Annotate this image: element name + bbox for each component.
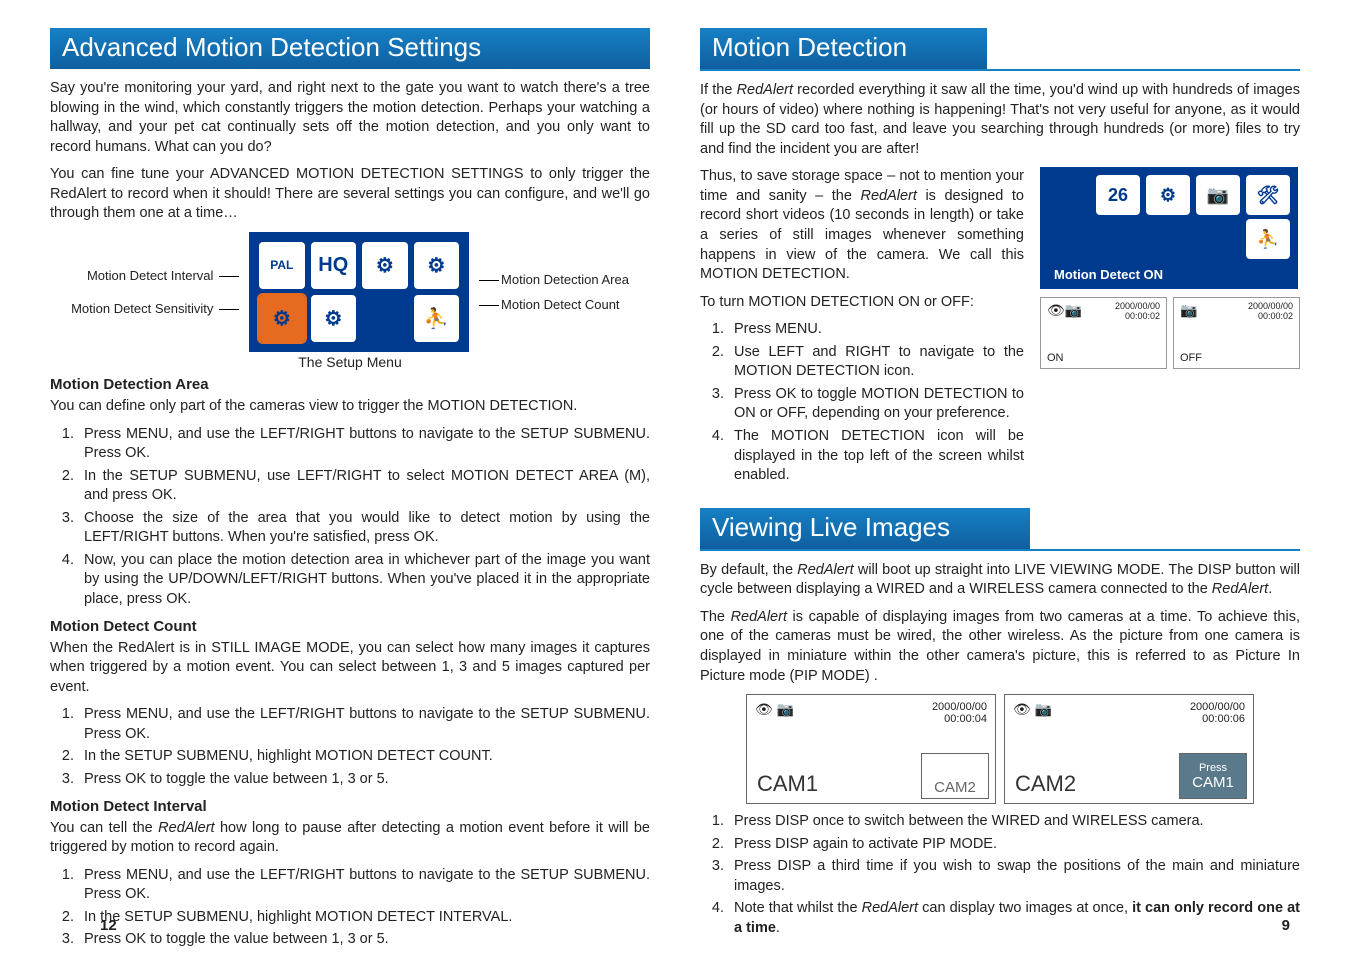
page-number-left: 12	[100, 917, 117, 934]
vi-paragraph-2: The RedAlert is capable of displaying im…	[700, 608, 1300, 686]
tools-icon: 🛠	[1246, 175, 1290, 215]
intro-paragraph-2: You can fine tune your ADVANCED MOTION D…	[50, 165, 650, 224]
cam-icon: 📷	[1180, 302, 1197, 319]
interval-heading: Motion Detect Interval	[50, 798, 650, 815]
intro-paragraph-1: Say you're monitoring your yard, and rig…	[50, 79, 650, 157]
count-paragraph: When the RedAlert is in STILL IMAGE MODE…	[50, 639, 650, 698]
viewing-images-header: Viewing Live Images	[700, 508, 1030, 549]
list-item: Use LEFT and RIGHT to navigate to the MO…	[728, 343, 1024, 382]
cam1-main-label: CAM1	[757, 771, 818, 797]
list-item: Press OK to toggle MOTION DETECTION to O…	[728, 385, 1024, 424]
on-label: ON	[1047, 352, 1064, 364]
md-steps: Press MENU. Use LEFT and RIGHT to naviga…	[700, 320, 1024, 486]
count-steps: Press MENU, and use the LEFT/RIGHT butto…	[50, 705, 650, 789]
setup-menu-figure: Motion Detect Interval Motion Detect Sen…	[50, 232, 650, 352]
status-box-off: 📷 2000/00/00 00:00:02 OFF	[1173, 297, 1300, 369]
cam2-main-label: CAM2	[1015, 771, 1076, 797]
area-steps: Press MENU, and use the LEFT/RIGHT butto…	[50, 425, 650, 610]
list-item: In the SETUP SUBMENU, highlight MOTION D…	[78, 747, 650, 767]
cam1-press-sub: Press CAM1	[1179, 753, 1247, 799]
person-icon: ⛹	[414, 295, 460, 342]
vi-steps: Press DISP once to switch between the WI…	[700, 812, 1300, 938]
list-item: Press MENU, and use the LEFT/RIGHT butto…	[78, 425, 650, 464]
list-item: Note that whilst the RedAlert can displa…	[728, 899, 1300, 938]
vi-paragraph-1: By default, the RedAlert will boot up st…	[700, 561, 1300, 600]
md-paragraph-1: If the RedAlert recorded everything it s…	[700, 81, 1300, 159]
motion-detection-header: Motion Detection	[700, 28, 987, 69]
pip-box-2: 👁 📷 2000/00/00 00:00:06 CAM2 Press CAM1	[1004, 694, 1254, 804]
rec-icon: 👁 📷	[755, 701, 794, 725]
label-area: Motion Detection Area	[477, 272, 629, 287]
list-item: Press MENU.	[728, 320, 1024, 340]
setup-caption: The Setup Menu	[50, 354, 650, 370]
cam2-sub-label: CAM2	[921, 753, 989, 799]
off-label: OFF	[1180, 352, 1202, 364]
list-item: In the SETUP SUBMENU, use LEFT/RIGHT to …	[78, 467, 650, 506]
label-sensitivity: Motion Detect Sensitivity	[71, 302, 241, 315]
hq-icon: HQ	[311, 242, 357, 289]
rec-md-icon: 👁📷	[1047, 302, 1082, 319]
pip-box-1: 👁 📷 2000/00/00 00:00:04 CAM1 CAM2	[746, 694, 996, 804]
area-paragraph: You can define only part of the cameras …	[50, 397, 650, 417]
list-item: Press MENU, and use the LEFT/RIGHT butto…	[78, 705, 650, 744]
md-paragraph-2: Thus, to save storage space – not to men…	[700, 167, 1024, 284]
pip-figure: 👁 📷 2000/00/00 00:00:04 CAM1 CAM2 👁 📷 20…	[700, 694, 1300, 804]
list-item: Choose the size of the area that you wou…	[78, 509, 650, 548]
label-interval: Motion Detect Interval	[71, 269, 241, 282]
label-count: Motion Detect Count	[477, 297, 629, 312]
right-column: Motion Detection If the RedAlert recorde…	[700, 28, 1300, 958]
status-box-on: 👁📷 2000/00/00 00:00:02 ON	[1040, 297, 1167, 369]
count-heading: Motion Detect Count	[50, 618, 650, 635]
motion-detect-screen: 26 ⚙ 📷 🛠 ⛹ Motion Detect ON	[1040, 167, 1298, 289]
interval-steps: Press MENU, and use the LEFT/RIGHT butto…	[50, 866, 650, 950]
list-item: In the SETUP SUBMENU, highlight MOTION D…	[78, 908, 650, 928]
list-item: Press DISP once to switch between the WI…	[728, 812, 1300, 832]
pal-icon: PAL	[259, 242, 305, 289]
gear-sens-icon: ⚙	[311, 295, 357, 342]
list-item: Press MENU, and use the LEFT/RIGHT butto…	[78, 866, 650, 905]
md-paragraph-3: To turn MOTION DETECTION ON or OFF:	[700, 293, 1024, 313]
gear-on-icon: ⚙	[1146, 175, 1190, 215]
person-icon-2: ⛹	[1246, 219, 1290, 259]
gear-m-icon: ⚙	[362, 242, 408, 289]
page-number-right: 9	[1282, 917, 1290, 934]
left-column: Advanced Motion Detection Settings Say y…	[50, 28, 650, 958]
camera-icon: 📷	[1196, 175, 1240, 215]
list-item: Press DISP a third time if you wish to s…	[728, 857, 1300, 896]
area-heading: Motion Detection Area	[50, 376, 650, 393]
list-item: Press OK to toggle the value between 1, …	[78, 770, 650, 790]
gear-interval-icon: ⚙	[259, 295, 305, 342]
motion-detect-on-label: Motion Detect ON	[1048, 267, 1290, 282]
left-section-header: Advanced Motion Detection Settings	[50, 28, 650, 69]
list-item: Press DISP again to activate PIP MODE.	[728, 835, 1300, 855]
setup-menu-box: PAL HQ ⚙ ⚙ ⚙ ⚙ ⛹	[249, 232, 469, 352]
list-item: The MOTION DETECTION icon will be displa…	[728, 427, 1024, 486]
rec-icon-2: 👁 📷	[1013, 701, 1052, 725]
interval-paragraph: You can tell the RedAlert how long to pa…	[50, 819, 650, 858]
list-item: Now, you can place the motion detection …	[78, 551, 650, 610]
list-item: Press OK to toggle the value between 1, …	[78, 930, 650, 950]
gear-n-icon: ⚙	[414, 242, 460, 289]
calendar-icon: 26	[1096, 175, 1140, 215]
